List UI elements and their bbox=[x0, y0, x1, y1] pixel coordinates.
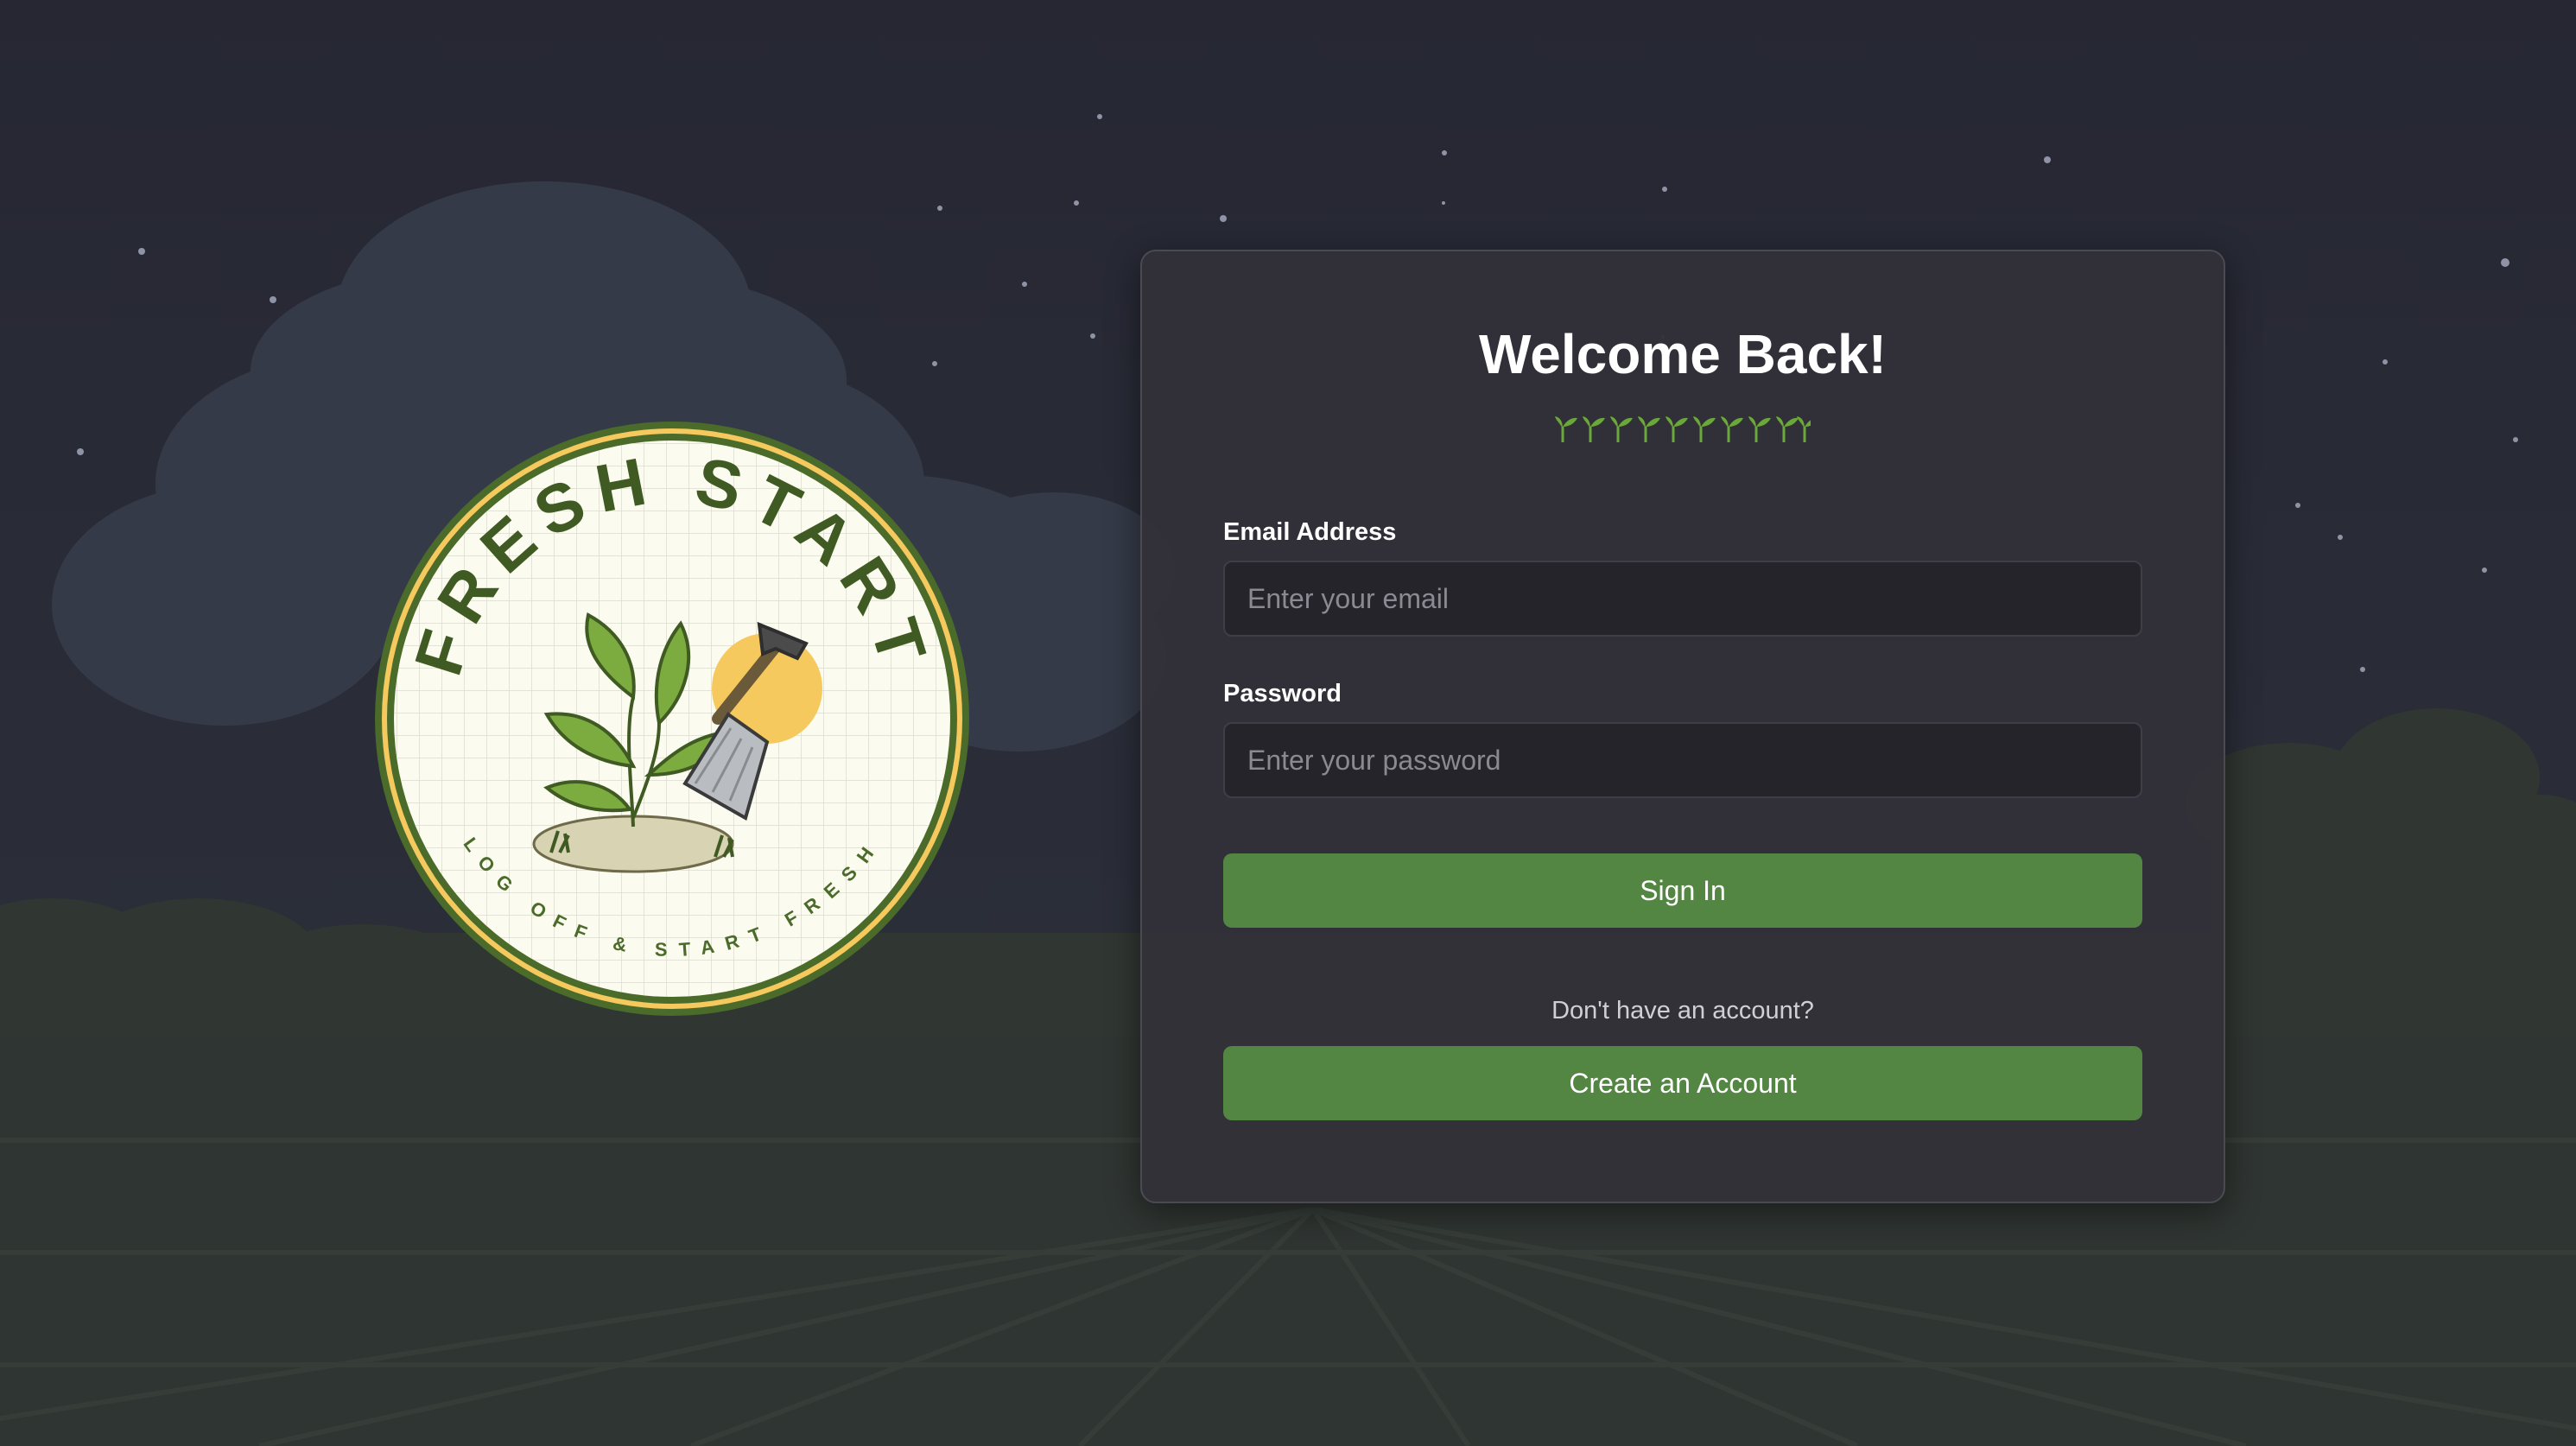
email-label: Email Address bbox=[1223, 518, 1397, 546]
sprout-decoration bbox=[1555, 415, 1811, 444]
password-label: Password bbox=[1223, 680, 1342, 707]
password-input[interactable] bbox=[1223, 722, 2142, 798]
email-input[interactable] bbox=[1223, 561, 2142, 637]
fresh-start-logo: FRESH START LOG OFF & START FRESH bbox=[374, 421, 970, 1017]
page-title: Welcome Back! bbox=[1479, 323, 1887, 385]
no-account-text: Don't have an account? bbox=[1551, 997, 1814, 1024]
sign-in-button[interactable]: Sign In bbox=[1223, 853, 2142, 928]
sprout-icon bbox=[1555, 416, 1577, 442]
create-account-button[interactable]: Create an Account bbox=[1223, 1046, 2142, 1120]
